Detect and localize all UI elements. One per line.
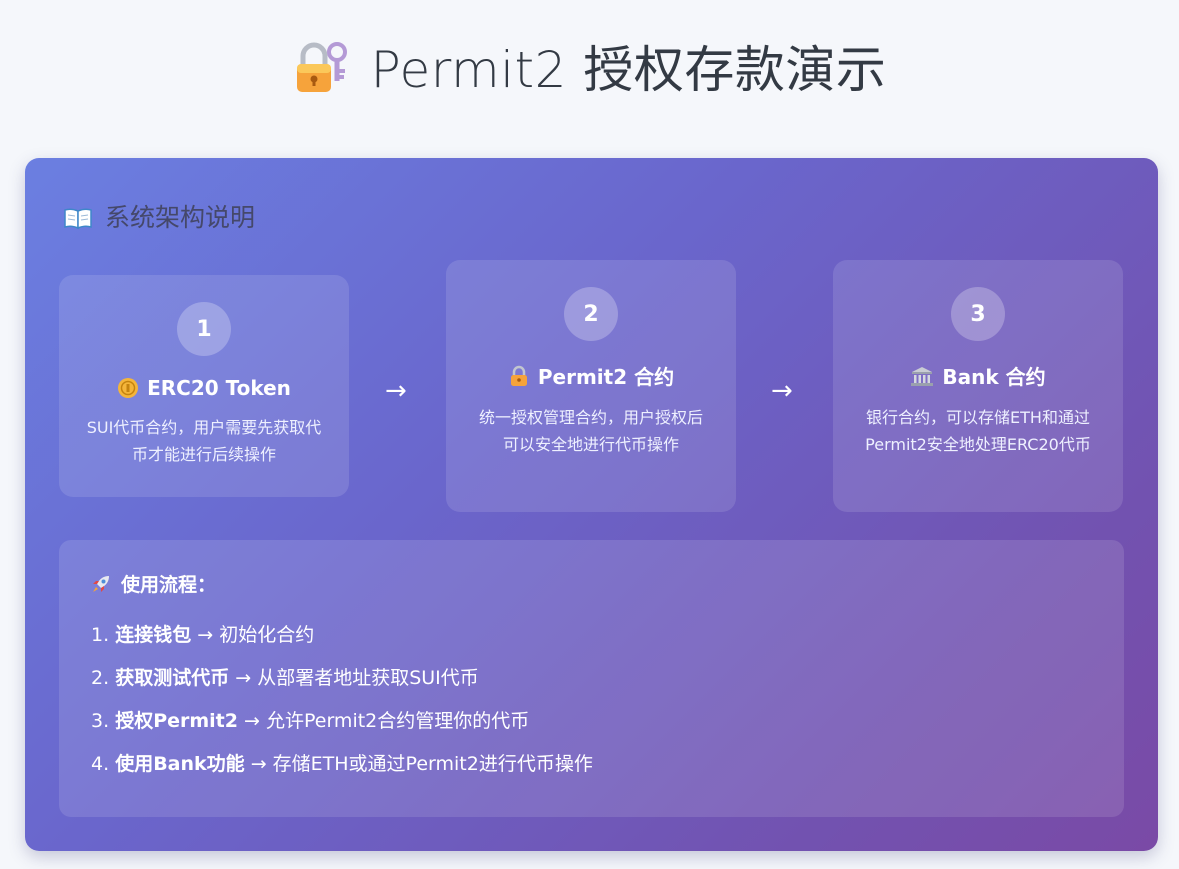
step-title: Permit2 合约 (446, 361, 736, 390)
lock-icon (510, 365, 527, 386)
coin-icon (118, 378, 139, 398)
step-description: 统一授权管理合约，用户授权后可以安全地进行代币操作 (478, 408, 703, 454)
usage-step: 2. 获取测试代币 → 从部署者地址获取SUI代币 (91, 663, 593, 706)
usage-step-number: 1. (91, 624, 110, 646)
lock-with-key-icon (296, 42, 347, 92)
usage-step-result: → 从部署者地址获取SUI代币 (229, 667, 479, 689)
flow-arrow: → (771, 376, 793, 406)
usage-step: 1. 连接钱包 → 初始化合约 (91, 620, 593, 663)
usage-heading: 使用流程： (89, 570, 216, 597)
step-title-text: ERC20 Token (147, 376, 291, 400)
open-book-icon (64, 208, 92, 229)
step-title: Bank 合约 (833, 361, 1123, 390)
step-title-text: Permit2 合约 (537, 365, 675, 389)
usage-step: 3. 授权Permit2 → 允许Permit2合约管理你的代币 (91, 706, 593, 749)
usage-step-action: 授权Permit2 (115, 710, 238, 732)
usage-step-result: → 允许Permit2合约管理你的代币 (237, 710, 530, 732)
step-description: SUI代币合约，用户需要先获取代币才能进行后续操作 (86, 418, 322, 464)
flow-arrow: → (385, 376, 407, 406)
usage-heading-text: 使用流程： (121, 574, 217, 596)
step-title: ERC20 Token (59, 376, 349, 400)
architecture-panel: 系统架构说明 1 ERC20 Token SUI代币合约，用户需要先获取代币才能… (25, 158, 1158, 851)
page-title-text: Permit2 授权存款演示 (370, 41, 887, 99)
usage-step-action: 获取测试代币 (115, 667, 230, 689)
rocket-icon (93, 575, 109, 592)
usage-flow-box: 使用流程： 1. 连接钱包 → 初始化合约 2. 获取测试代币 → 从部署者地址… (59, 540, 1124, 817)
bank-icon (911, 366, 934, 386)
usage-step-number: 4. (91, 753, 110, 775)
section-heading: 系统架构说明 (63, 198, 255, 234)
step-number: 2 (564, 287, 618, 341)
usage-step-action: 连接钱包 (115, 624, 192, 646)
section-heading-text: 系统架构说明 (105, 203, 256, 232)
step-card-erc20: 1 ERC20 Token SUI代币合约，用户需要先获取代币才能进行后续操作 (59, 275, 349, 497)
usage-steps-list: 1. 连接钱包 → 初始化合约 2. 获取测试代币 → 从部署者地址获取SUI代… (91, 620, 593, 792)
usage-step-result: → 存储ETH或通过Permit2进行代币操作 (244, 753, 593, 775)
step-number: 3 (951, 287, 1005, 341)
step-card-bank: 3 Bank 合约 银行合约，可以存储ETH和通过Permit2安全地处理ERC… (833, 260, 1123, 512)
usage-step-number: 3. (91, 710, 110, 732)
step-card-permit2: 2 Permit2 合约 统一授权管理合约，用户授权后可以安全地进行代币操作 (446, 260, 736, 512)
step-number: 1 (177, 302, 231, 356)
usage-step-result: → 初始化合约 (191, 624, 315, 646)
page-title: Permit2 授权存款演示 (0, 30, 1179, 102)
usage-step-action: 使用Bank功能 (115, 753, 245, 775)
usage-step: 4. 使用Bank功能 → 存储ETH或通过Permit2进行代币操作 (91, 749, 593, 792)
usage-step-number: 2. (91, 667, 110, 689)
step-title-text: Bank 合约 (942, 365, 1046, 389)
step-description: 银行合约，可以存储ETH和通过Permit2安全地处理ERC20代币 (865, 408, 1091, 454)
